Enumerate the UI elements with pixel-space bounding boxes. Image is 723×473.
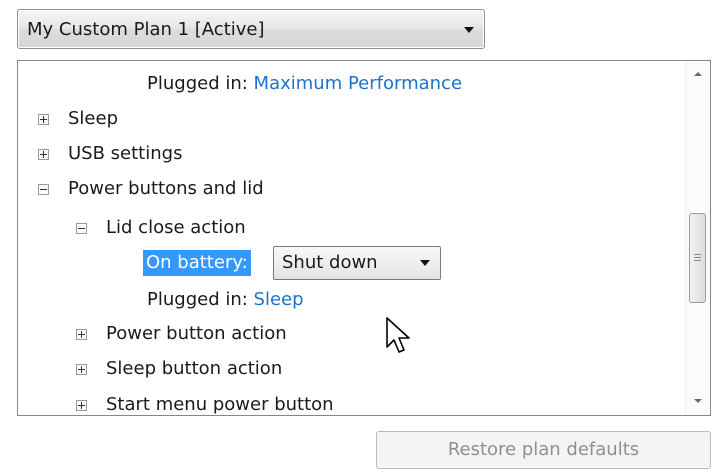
tree-scrollbar[interactable] — [685, 61, 710, 415]
lid-close-on-battery-value: Shut down — [282, 252, 378, 273]
plugged-in-value-link[interactable]: Maximum Performance — [254, 73, 462, 94]
grip-line — [694, 260, 701, 261]
tree-item-start-menu-power-button[interactable]: Start menu power button — [76, 390, 636, 415]
lid-close-on-battery-select[interactable]: Shut down — [273, 246, 441, 280]
plugged-in-label: Plugged in: — [147, 73, 248, 94]
grip-line — [694, 257, 701, 258]
mouse-pointer-icon — [386, 317, 410, 353]
tree-item-label: Power buttons and lid — [68, 178, 264, 199]
grip-line — [694, 254, 701, 255]
tree-item-label: Sleep — [68, 108, 119, 129]
plus-box-icon[interactable] — [76, 329, 87, 340]
plus-box-icon[interactable] — [76, 400, 87, 411]
power-plan-dropdown[interactable]: My Custom Plan 1 [Active] — [17, 9, 485, 49]
plus-box-icon[interactable] — [76, 364, 87, 375]
lid-plugged-in-row: Plugged in: Sleep — [147, 285, 304, 315]
tree-item-label: USB settings — [68, 143, 183, 164]
minus-box-icon[interactable] — [38, 184, 49, 195]
scroll-up-icon[interactable] — [686, 63, 710, 87]
restore-plan-defaults-button[interactable]: Restore plan defaults — [376, 431, 711, 469]
tree-item-power-buttons-lid[interactable]: Power buttons and lid — [38, 174, 638, 204]
plugged-in-value-link[interactable]: Sleep — [254, 289, 304, 310]
tree-item-sleep[interactable]: Sleep — [38, 104, 638, 134]
tree-item-label: Lid close action — [106, 217, 246, 238]
tree-item-label: Power button action — [106, 323, 287, 344]
tree-item-label: Sleep button action — [106, 358, 283, 379]
on-battery-row[interactable]: On battery: — [143, 248, 251, 278]
scroll-down-icon[interactable] — [686, 389, 710, 413]
tree-item-label: Start menu power button — [106, 394, 334, 415]
chevron-down-icon — [420, 260, 430, 266]
power-plan-selected: My Custom Plan 1 [Active] — [27, 19, 265, 40]
minus-box-icon[interactable] — [76, 223, 87, 234]
advanced-settings-tree[interactable]: Plugged in: Maximum Performance Sleep US… — [17, 60, 711, 416]
top-plugged-in-row: Plugged in: Maximum Performance — [147, 69, 462, 99]
tree-item-lid-close-action[interactable]: Lid close action — [76, 213, 636, 243]
scrollbar-thumb[interactable] — [689, 213, 706, 303]
plus-box-icon[interactable] — [38, 149, 49, 160]
plus-box-icon[interactable] — [38, 114, 49, 125]
tree-item-usb-settings[interactable]: USB settings — [38, 139, 638, 169]
chevron-down-icon — [464, 27, 474, 33]
plugged-in-label: Plugged in: — [147, 289, 248, 310]
on-battery-label: On battery: — [143, 250, 251, 276]
tree-item-power-button-action[interactable]: Power button action — [76, 319, 636, 349]
tree-item-sleep-button-action[interactable]: Sleep button action — [76, 354, 636, 384]
